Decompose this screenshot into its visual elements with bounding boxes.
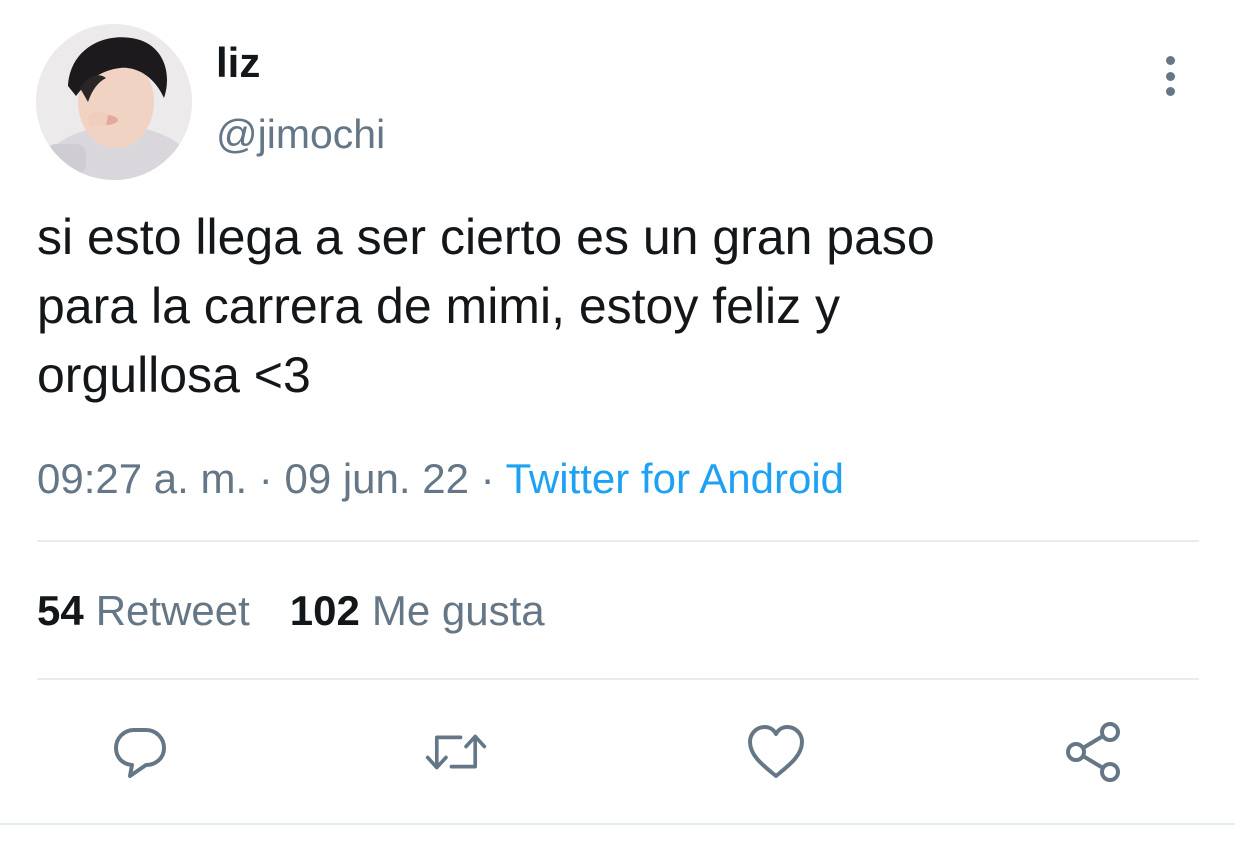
retweets-stat[interactable]: 54 Retweet	[37, 584, 250, 638]
tweet-source-link[interactable]: Twitter for Android	[506, 455, 844, 502]
meta-separator: ·	[480, 455, 495, 502]
tweet-meta: 09:27 a. m. · 09 jun. 22 · Twitter for A…	[37, 452, 844, 506]
retweets-count: 54	[37, 587, 84, 634]
tweet-actions	[0, 720, 1235, 784]
divider	[37, 678, 1199, 680]
user-handle[interactable]: @jimochi	[216, 109, 385, 159]
likes-label: Me gusta	[371, 587, 545, 634]
more-dot-icon	[1165, 56, 1175, 65]
more-options-button[interactable]	[1150, 52, 1190, 100]
retweet-button[interactable]	[424, 720, 488, 784]
likes-stat[interactable]: 102 Me gusta	[290, 584, 545, 638]
tweet-date[interactable]: 09 jun. 22	[284, 455, 469, 502]
tweet-text: si esto llega a ser cierto es un gran pa…	[37, 209, 935, 403]
avatar-image	[36, 24, 192, 180]
share-button[interactable]	[1062, 720, 1126, 784]
like-button[interactable]	[744, 720, 808, 784]
display-name[interactable]: liz	[216, 38, 260, 88]
retweets-label: Retweet	[95, 587, 250, 634]
more-dot-icon	[1165, 71, 1175, 81]
divider	[37, 540, 1199, 542]
retweet-icon	[425, 734, 487, 770]
more-dot-icon	[1165, 87, 1175, 96]
reply-button[interactable]	[108, 720, 172, 784]
heart-icon	[748, 725, 804, 778]
meta-separator: ·	[258, 455, 273, 502]
tweet-time[interactable]: 09:27 a. m.	[37, 455, 247, 502]
tweet-stats: 54 Retweet 102 Me gusta	[37, 584, 545, 638]
tweet-detail: liz @jimochi si esto llega a ser cierto …	[0, 0, 1235, 843]
likes-count: 102	[289, 587, 360, 634]
divider	[0, 823, 1235, 825]
reply-icon	[114, 728, 166, 778]
share-icon	[1066, 722, 1120, 782]
avatar[interactable]	[36, 24, 192, 180]
